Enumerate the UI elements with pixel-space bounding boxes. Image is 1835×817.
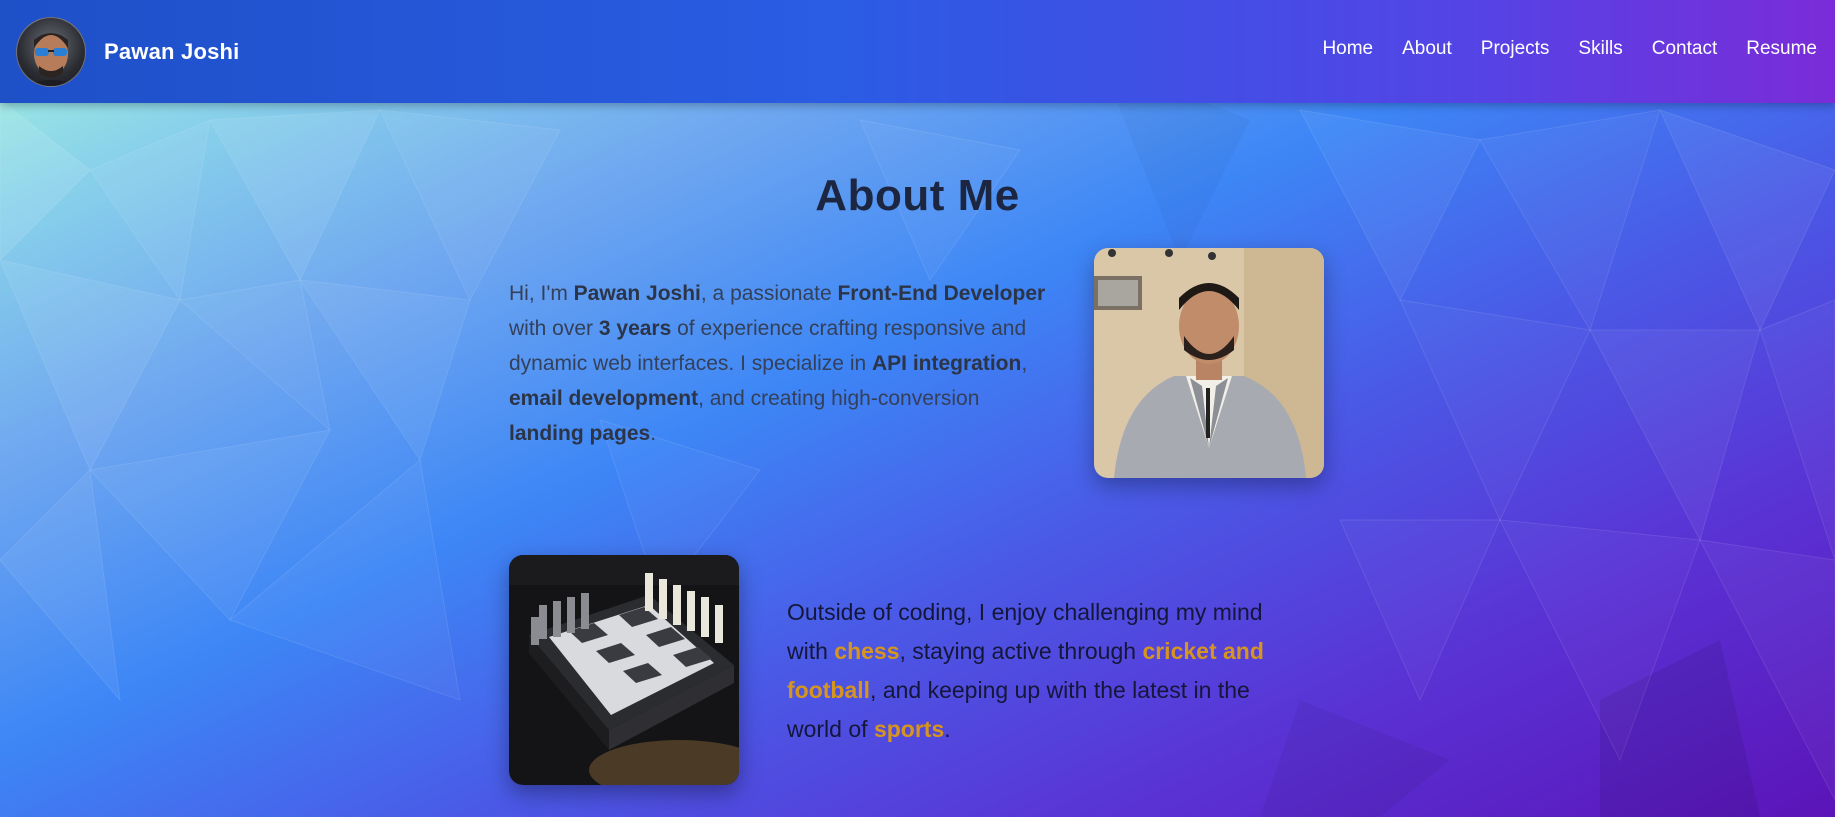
profile-photo-image bbox=[1094, 248, 1324, 478]
hobbies-text: . bbox=[944, 716, 951, 742]
intro-skill: API integration bbox=[872, 352, 1022, 375]
nav-skills[interactable]: Skills bbox=[1578, 38, 1622, 60]
nav-contact[interactable]: Contact bbox=[1652, 38, 1717, 60]
intro-text: , and creating high-conversion bbox=[698, 387, 980, 410]
intro-skill: email development bbox=[509, 387, 699, 410]
section-title: About Me bbox=[815, 171, 1020, 221]
intro-text: , bbox=[1021, 352, 1028, 375]
intro-text: , a passionate bbox=[700, 282, 838, 305]
brand-name: Pawan Joshi bbox=[104, 39, 240, 64]
profile-photo bbox=[1094, 248, 1324, 478]
intro-years: 3 years bbox=[598, 317, 672, 340]
brand[interactable]: Pawan Joshi bbox=[16, 17, 239, 87]
hobbies-paragraph: Outside of coding, I enjoy challenging m… bbox=[787, 593, 1307, 749]
intro-paragraph: Hi, I'm Pawan Joshi, a passionate Front-… bbox=[509, 276, 1054, 451]
hobby-highlight: chess bbox=[834, 638, 900, 664]
intro-name: Pawan Joshi bbox=[573, 282, 701, 305]
nav-resume[interactable]: Resume bbox=[1746, 38, 1817, 60]
intro-text: Hi, I'm bbox=[509, 282, 574, 305]
intro-text: . bbox=[650, 422, 657, 445]
avatar bbox=[16, 17, 86, 87]
intro-role: Front-End Developer bbox=[837, 282, 1046, 305]
nav-projects[interactable]: Projects bbox=[1481, 38, 1550, 60]
avatar-portrait-icon bbox=[23, 33, 79, 86]
chess-image bbox=[509, 555, 739, 785]
chess-board-image bbox=[509, 555, 739, 785]
navbar: Pawan Joshi Home About Projects Skills C… bbox=[0, 0, 1835, 103]
hobby-highlight: sports bbox=[873, 716, 945, 742]
intro-skill: landing pages bbox=[509, 422, 651, 445]
hobbies-text: , staying active through bbox=[899, 638, 1143, 664]
nav-about[interactable]: About bbox=[1402, 38, 1452, 60]
nav-home[interactable]: Home bbox=[1322, 38, 1373, 60]
main-nav: Home About Projects Skills Contact Resum… bbox=[1322, 38, 1817, 60]
intro-text: with over bbox=[509, 317, 599, 340]
